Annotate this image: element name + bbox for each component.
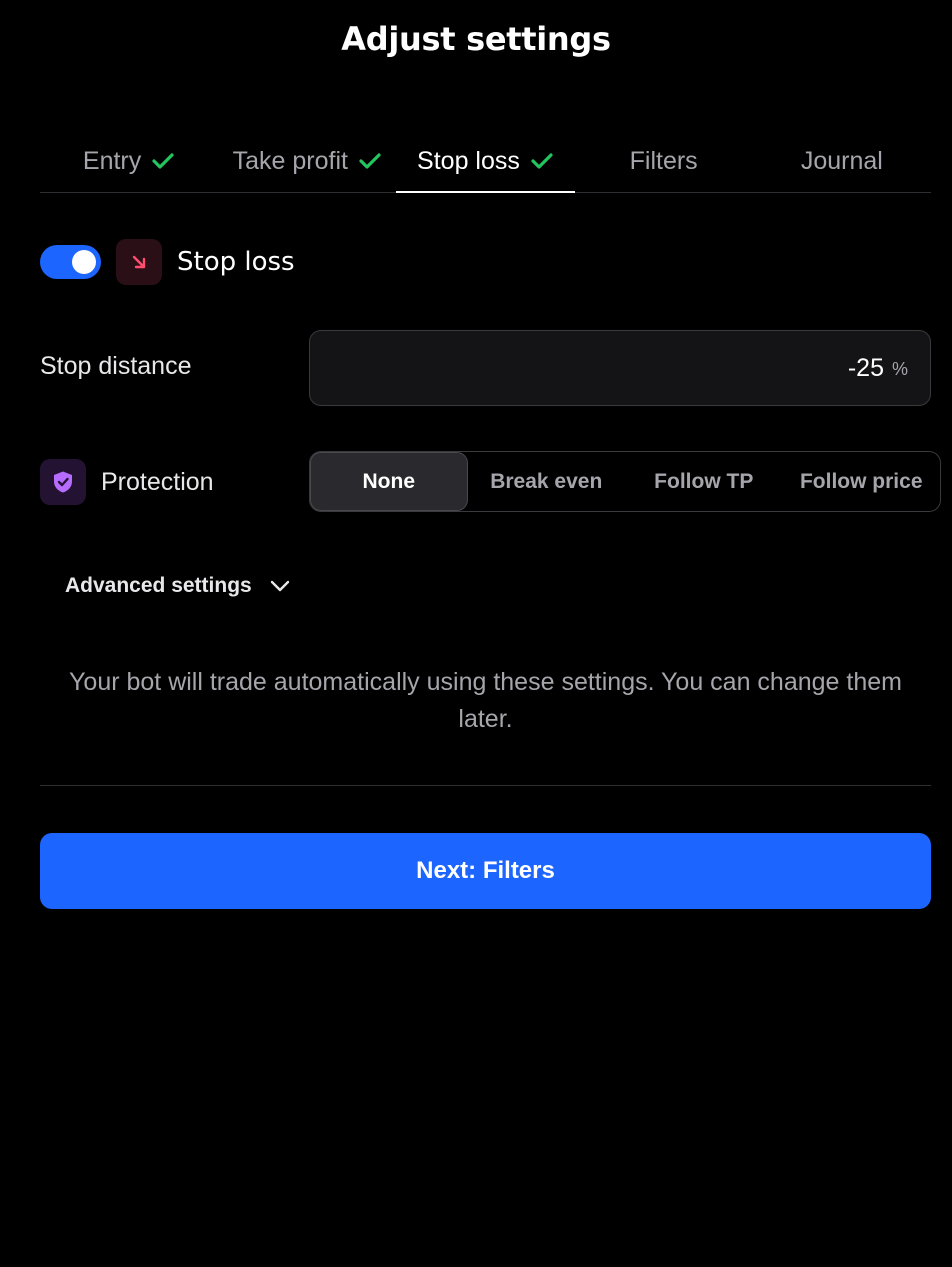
tab-journal[interactable]: Journal: [753, 130, 931, 192]
info-note: Your bot will trade automatically using …: [69, 668, 902, 733]
toggle-knob: [72, 250, 96, 274]
tab-filters[interactable]: Filters: [575, 130, 753, 192]
protection-option-break-even[interactable]: Break even: [468, 452, 626, 511]
tab-take-profit[interactable]: Take profit: [218, 130, 396, 192]
protection-option-follow-tp[interactable]: Follow TP: [625, 452, 783, 511]
protection-option-none[interactable]: None: [310, 452, 468, 511]
stop-loss-label: Stop loss: [177, 247, 295, 277]
tab-label: Entry: [82, 146, 142, 175]
stop-distance-label: Stop distance: [40, 352, 192, 380]
divider: [40, 785, 931, 786]
check-icon: [152, 153, 174, 169]
tab-label: Journal: [800, 146, 883, 175]
check-icon: [359, 153, 381, 169]
next-button[interactable]: Next: Filters: [40, 833, 931, 909]
stop-distance-unit: %: [891, 359, 908, 379]
protection-row: Protection: [40, 458, 214, 506]
protection-selector: None Break even Follow TP Follow price: [309, 451, 941, 512]
stop-distance-input[interactable]: -25 %: [309, 330, 931, 406]
settings-tabs: Entry Take profit Stop loss Filters Jour…: [40, 130, 931, 193]
shield-check-icon: [40, 459, 86, 505]
stop-loss-row: Stop loss: [40, 238, 295, 286]
tab-label: Stop loss: [417, 146, 520, 175]
protection-option-follow-price[interactable]: Follow price: [783, 452, 941, 511]
tab-label: Take profit: [232, 146, 348, 175]
chevron-down-icon: [270, 580, 289, 592]
protection-label: Protection: [101, 467, 214, 496]
stop-distance-value: -25: [847, 353, 884, 382]
advanced-settings-toggle[interactable]: Advanced settings: [65, 574, 290, 598]
tab-stop-loss[interactable]: Stop loss: [396, 130, 575, 193]
arrow-down-right-icon: [116, 239, 162, 285]
page-title: Adjust settings: [341, 20, 611, 58]
stop-loss-toggle[interactable]: [40, 245, 101, 279]
tab-entry[interactable]: Entry: [40, 130, 218, 192]
tab-label: Filters: [629, 146, 698, 175]
check-icon: [531, 153, 553, 169]
advanced-settings-label: Advanced settings: [65, 574, 252, 597]
